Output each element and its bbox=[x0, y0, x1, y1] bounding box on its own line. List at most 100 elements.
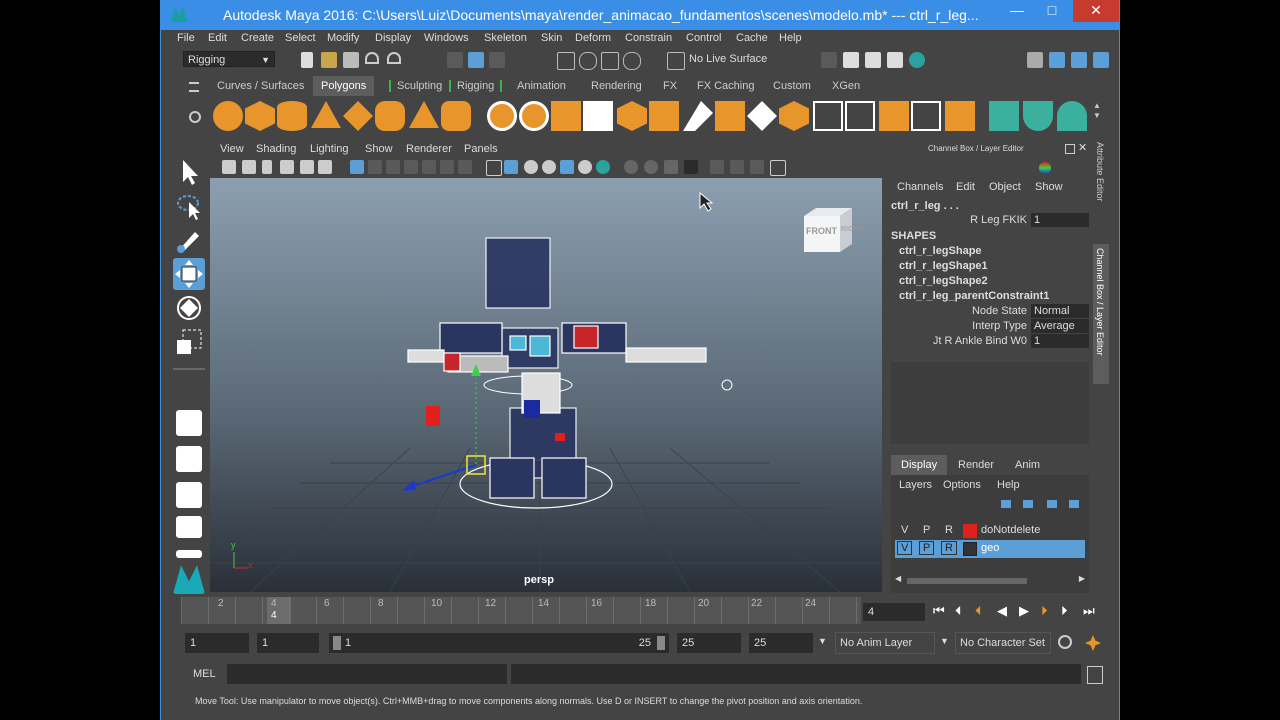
menu-skeleton[interactable]: Skeleton bbox=[484, 32, 527, 44]
menu-windows[interactable]: Windows bbox=[424, 32, 469, 44]
smooth-icon[interactable] bbox=[583, 101, 613, 131]
snap-view-plane-icon[interactable] bbox=[623, 52, 641, 70]
snap-grid-icon[interactable] bbox=[557, 52, 575, 70]
minimize-button[interactable]: — bbox=[1001, 0, 1033, 22]
attr-row-r-leg-fkik[interactable]: R Leg FKIK 1 bbox=[889, 213, 1089, 228]
isolate-select-icon[interactable] bbox=[684, 160, 698, 174]
xray-components-icon[interactable] bbox=[750, 160, 764, 174]
rotate-tool-icon[interactable] bbox=[173, 292, 205, 324]
tool-settings-toggle-icon[interactable] bbox=[1093, 52, 1109, 68]
go-to-end-icon[interactable]: ⏭ bbox=[1083, 603, 1095, 619]
layer-visibility-toggle[interactable]: V bbox=[897, 541, 913, 555]
bevel-icon[interactable] bbox=[747, 101, 777, 131]
shape-item[interactable]: ctrl_r_leg_parentConstraint1 bbox=[899, 290, 1049, 302]
maximize-button[interactable]: □ bbox=[1036, 0, 1068, 22]
range-slider[interactable]: 1 25 bbox=[329, 633, 669, 653]
shelf-tab-custom[interactable]: Custom bbox=[773, 80, 811, 92]
help-menu[interactable]: Help bbox=[997, 479, 1020, 491]
modeling-toolkit-icon[interactable] bbox=[1027, 52, 1043, 68]
viewport-menu-renderer[interactable]: Renderer bbox=[406, 143, 452, 155]
command-language-label[interactable]: MEL bbox=[193, 668, 216, 680]
multi-cut-icon[interactable] bbox=[813, 101, 843, 131]
use-all-lights-icon[interactable] bbox=[560, 160, 574, 174]
menu-modify[interactable]: Modify bbox=[327, 32, 359, 44]
shelf-tab-rigging[interactable]: Rigging bbox=[449, 80, 503, 92]
playback-start-field[interactable]: 1 bbox=[257, 633, 319, 653]
new-scene-icon[interactable] bbox=[301, 52, 313, 68]
image-plane-icon[interactable] bbox=[280, 160, 294, 174]
animation-start-field[interactable]: 1 bbox=[185, 633, 249, 653]
wireframe-on-shaded-icon[interactable] bbox=[524, 160, 538, 174]
layer-visibility-toggle[interactable]: V bbox=[901, 524, 908, 536]
poly-prism-icon[interactable] bbox=[409, 101, 439, 128]
motion-blur-icon[interactable] bbox=[624, 160, 638, 174]
uv-spherical-icon[interactable] bbox=[1057, 101, 1087, 131]
new-layer-from-selection-icon[interactable] bbox=[1069, 500, 1079, 508]
time-slider[interactable]: 2 4 6 8 10 12 14 16 18 20 22 24 4 bbox=[181, 597, 861, 624]
channel-box-tab[interactable]: Channel Box / Layer Editor bbox=[1093, 244, 1109, 384]
shape-item[interactable]: ctrl_r_legShape2 bbox=[899, 275, 988, 287]
menu-control[interactable]: Control bbox=[686, 32, 721, 44]
poly-cone-icon[interactable] bbox=[311, 101, 341, 128]
bridge-icon[interactable] bbox=[683, 101, 713, 131]
auto-key-icon[interactable] bbox=[1058, 635, 1072, 649]
camera-attributes-icon[interactable] bbox=[242, 160, 256, 174]
viewport-menu-view[interactable]: View bbox=[220, 143, 244, 155]
shelf-tab-animation[interactable]: Animation bbox=[517, 80, 566, 92]
chevron-down-icon[interactable]: ▼ bbox=[818, 636, 827, 646]
bookmarks-icon[interactable] bbox=[262, 160, 272, 174]
shelf-tab-rendering[interactable]: Rendering bbox=[591, 80, 642, 92]
key-icon[interactable] bbox=[1039, 162, 1051, 174]
poly-torus-icon[interactable] bbox=[343, 101, 373, 131]
layer-playback-toggle[interactable]: P bbox=[919, 541, 935, 555]
object-menu[interactable]: Object bbox=[989, 181, 1021, 193]
textured-icon[interactable] bbox=[542, 160, 556, 174]
go-to-start-icon[interactable]: ⏮ bbox=[933, 603, 945, 619]
move-layer-up-icon[interactable] bbox=[1001, 500, 1011, 508]
grid-toggle-icon[interactable] bbox=[350, 160, 364, 174]
render-view-icon[interactable] bbox=[887, 52, 903, 68]
character-set-dropdown[interactable]: No Character Set bbox=[955, 632, 1051, 654]
snap-curve-icon[interactable] bbox=[579, 52, 597, 70]
viewport-menu-shading[interactable]: Shading bbox=[256, 143, 296, 155]
menu-cache[interactable]: Cache bbox=[736, 32, 768, 44]
layer-tab-render[interactable]: Render bbox=[958, 459, 994, 471]
attribute-editor-toggle-icon[interactable] bbox=[1049, 52, 1065, 68]
step-forward-frame-icon[interactable]: ⏵ bbox=[1061, 603, 1068, 619]
command-input[interactable] bbox=[227, 664, 507, 684]
poly-plane-icon[interactable] bbox=[375, 101, 405, 131]
attr-value[interactable]: 1 bbox=[1031, 334, 1089, 348]
wireframe-icon[interactable] bbox=[486, 160, 502, 176]
ambient-occlusion-icon[interactable] bbox=[596, 160, 610, 174]
shadows-icon[interactable] bbox=[578, 160, 592, 174]
scroll-thumb[interactable] bbox=[907, 578, 1027, 584]
layer-row-selected[interactable]: V P R geo bbox=[895, 540, 1085, 558]
ipr-render-icon[interactable] bbox=[865, 52, 881, 68]
layer-color-swatch[interactable] bbox=[963, 524, 977, 538]
shelf-tab-fx-caching[interactable]: FX Caching bbox=[697, 80, 754, 92]
menu-display[interactable]: Display bbox=[375, 32, 411, 44]
step-forward-key-icon[interactable]: ⏵ bbox=[1041, 603, 1048, 619]
viewport-menu-show[interactable]: Show bbox=[365, 143, 393, 155]
layer-color-swatch[interactable] bbox=[963, 542, 977, 556]
channels-menu[interactable]: Channels bbox=[897, 181, 943, 193]
select-camera-icon[interactable] bbox=[222, 160, 236, 174]
preferences-icon[interactable] bbox=[1085, 635, 1101, 651]
four-pane-layout-icon[interactable] bbox=[176, 446, 202, 472]
select-tool-icon[interactable] bbox=[173, 156, 205, 188]
range-slider-handle-right[interactable] bbox=[657, 636, 665, 650]
layer-reference-toggle[interactable]: R bbox=[941, 541, 957, 555]
reduce-icon[interactable] bbox=[617, 101, 647, 131]
maya-shelf-logo-icon[interactable] bbox=[173, 565, 205, 594]
options-menu[interactable]: Options bbox=[943, 479, 981, 491]
anim-layer-dropdown[interactable]: No Anim Layer bbox=[835, 632, 935, 654]
open-scene-icon[interactable] bbox=[321, 52, 337, 68]
close-button[interactable]: ✕ bbox=[1073, 0, 1119, 22]
new-empty-layer-icon[interactable] bbox=[1047, 500, 1057, 508]
step-back-key-icon[interactable]: ⏴ bbox=[975, 603, 982, 619]
merge-icon[interactable] bbox=[879, 101, 909, 131]
hypershade-icon[interactable] bbox=[909, 52, 925, 68]
menu-deform[interactable]: Deform bbox=[575, 32, 611, 44]
menu-select[interactable]: Select bbox=[285, 32, 316, 44]
select-hierarchy-icon[interactable] bbox=[447, 52, 463, 68]
